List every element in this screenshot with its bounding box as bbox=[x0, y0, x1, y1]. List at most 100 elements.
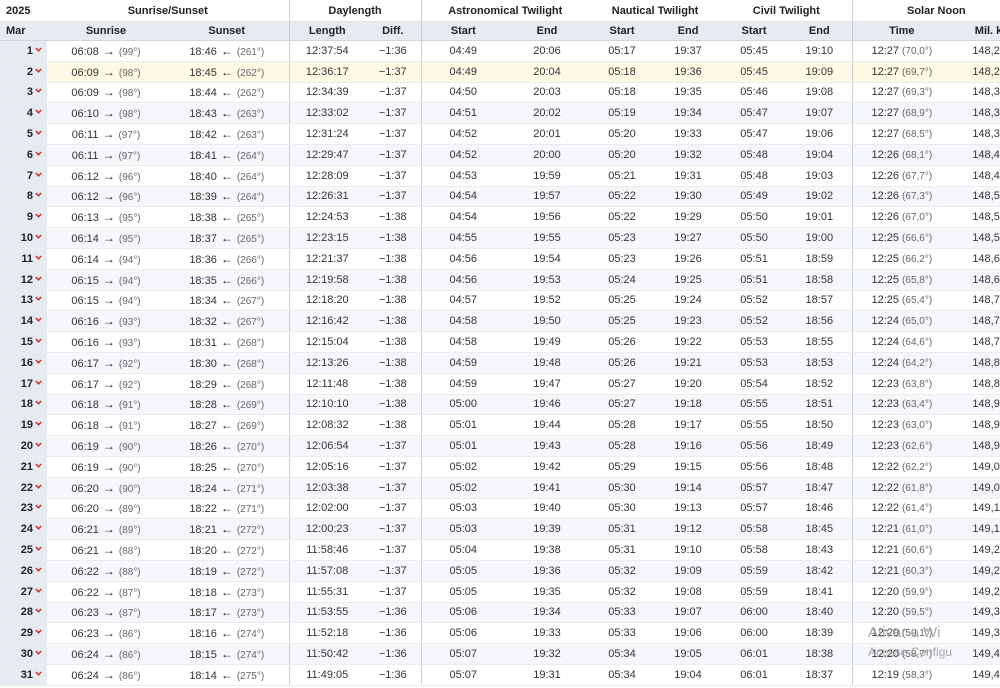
solar-noon-cell: 12:26 (68,1°) bbox=[851, 144, 952, 166]
day-cell[interactable]: 22 bbox=[0, 477, 47, 499]
day-length-diff: −1:36 bbox=[365, 40, 422, 62]
chevron-down-icon[interactable] bbox=[35, 275, 42, 282]
day-cell[interactable]: 9 bbox=[0, 206, 47, 229]
day-cell[interactable]: 16 bbox=[0, 352, 47, 374]
table-row: 22 06:20 → (90°) 18:24 ← (271°) 12:03:38 −1:37 05… bbox=[0, 477, 1000, 499]
solar-noon-time: 12:25 bbox=[871, 232, 899, 245]
chevron-down-icon[interactable] bbox=[35, 337, 42, 344]
civil-start: 05:49 bbox=[721, 186, 788, 208]
chevron-down-icon[interactable] bbox=[35, 295, 42, 302]
day-cell[interactable]: 28 bbox=[0, 602, 47, 624]
arrow-left-icon: ← bbox=[220, 563, 233, 578]
chevron-down-icon[interactable] bbox=[35, 358, 42, 365]
sunset-time: 18:34 bbox=[189, 295, 217, 308]
col-diff: Diff. bbox=[365, 21, 422, 41]
chevron-down-icon[interactable] bbox=[35, 462, 42, 469]
chevron-down-icon[interactable] bbox=[35, 587, 42, 594]
day-cell[interactable]: 29 bbox=[0, 622, 47, 645]
day-cell[interactable]: 17 bbox=[0, 373, 47, 395]
chevron-down-icon[interactable] bbox=[35, 87, 42, 94]
chevron-down-icon[interactable] bbox=[35, 628, 42, 635]
chevron-down-icon[interactable] bbox=[35, 670, 42, 677]
day-cell[interactable]: 14 bbox=[0, 310, 47, 333]
civil-end: 19:09 bbox=[787, 61, 853, 83]
naut-start: 05:34 bbox=[589, 643, 656, 665]
day-number: 22 bbox=[20, 481, 33, 494]
sunrise-cell: 06:21 → (88°) bbox=[47, 539, 165, 561]
day-cell[interactable]: 20 bbox=[0, 435, 47, 457]
day-cell[interactable]: 6 bbox=[0, 144, 47, 166]
sun-distance: 149,080 bbox=[951, 477, 1000, 499]
sun-distance: 149,424 bbox=[951, 643, 1000, 665]
sun-distance: 148,909 bbox=[951, 394, 1000, 416]
day-cell[interactable]: 1 bbox=[0, 40, 47, 62]
day-cell[interactable]: 2 bbox=[0, 61, 47, 83]
day-cell[interactable]: 3 bbox=[0, 82, 47, 104]
naut-start: 05:22 bbox=[589, 186, 656, 208]
chevron-down-icon[interactable] bbox=[35, 503, 42, 510]
chevron-down-icon[interactable] bbox=[35, 420, 42, 427]
table-row: 7 06:12 → (96°) 18:40 ← (264°) 12:28:09 −1:37 04:… bbox=[0, 165, 1000, 187]
naut-end: 19:08 bbox=[655, 581, 722, 603]
sun-distance: 149,209 bbox=[951, 539, 1000, 561]
day-cell[interactable]: 18 bbox=[0, 394, 47, 416]
day-length-diff: −1:38 bbox=[365, 290, 422, 312]
chevron-down-icon[interactable] bbox=[35, 129, 42, 136]
sunrise-azimuth: (98°) bbox=[118, 88, 141, 100]
chevron-down-icon[interactable] bbox=[35, 524, 42, 531]
chevron-down-icon[interactable] bbox=[35, 46, 42, 53]
chevron-down-icon[interactable] bbox=[35, 649, 42, 656]
chevron-down-icon[interactable] bbox=[35, 483, 42, 490]
day-cell[interactable]: 24 bbox=[0, 518, 47, 541]
chevron-down-icon[interactable] bbox=[35, 441, 42, 448]
chevron-down-icon[interactable] bbox=[35, 191, 42, 198]
day-cell[interactable]: 13 bbox=[0, 290, 47, 312]
chevron-down-icon[interactable] bbox=[35, 545, 42, 552]
chevron-down-icon[interactable] bbox=[35, 566, 42, 573]
day-cell[interactable]: 19 bbox=[0, 414, 47, 437]
day-cell[interactable]: 25 bbox=[0, 539, 47, 561]
table-row: 25 06:21 → (88°) 18:20 ← (272°) 11:58:46 −1:37 05… bbox=[0, 539, 1000, 561]
day-cell[interactable]: 8 bbox=[0, 186, 47, 208]
day-cell[interactable]: 30 bbox=[0, 643, 47, 665]
arrow-left-icon: ← bbox=[220, 231, 233, 246]
day-cell[interactable]: 12 bbox=[0, 269, 47, 291]
chevron-down-icon[interactable] bbox=[35, 67, 42, 74]
day-cell[interactable]: 26 bbox=[0, 560, 47, 582]
chevron-down-icon[interactable] bbox=[35, 108, 42, 115]
solar-noon-cell: 12:24 (64,2°) bbox=[851, 352, 952, 374]
chevron-down-icon[interactable] bbox=[35, 316, 42, 323]
chevron-down-icon[interactable] bbox=[35, 171, 42, 178]
chevron-down-icon[interactable] bbox=[35, 379, 42, 386]
chevron-down-icon[interactable] bbox=[35, 233, 42, 240]
sunset-time: 18:17 bbox=[189, 607, 217, 620]
day-cell[interactable]: 21 bbox=[0, 456, 47, 478]
sunset-time: 18:36 bbox=[189, 253, 217, 266]
chevron-down-icon[interactable] bbox=[35, 399, 42, 406]
chevron-down-icon[interactable] bbox=[35, 212, 42, 219]
day-number: 7 bbox=[26, 169, 33, 182]
day-cell[interactable]: 11 bbox=[0, 248, 47, 270]
day-cell[interactable]: 4 bbox=[0, 102, 47, 125]
sunset-cell: 18:20 ← (272°) bbox=[165, 539, 290, 561]
day-cell[interactable]: 23 bbox=[0, 498, 47, 520]
sunset-azimuth: (274°) bbox=[236, 629, 265, 641]
day-cell[interactable]: 7 bbox=[0, 165, 47, 187]
day-cell[interactable]: 10 bbox=[0, 227, 47, 249]
chevron-down-icon[interactable] bbox=[35, 150, 42, 157]
day-length: 12:16:42 bbox=[288, 310, 366, 333]
naut-end: 19:05 bbox=[655, 643, 722, 665]
day-cell[interactable]: 5 bbox=[0, 123, 47, 145]
sun-distance: 149,296 bbox=[951, 581, 1000, 603]
sun-distance: 148,546 bbox=[951, 206, 1000, 229]
sunset-azimuth: (270°) bbox=[236, 442, 265, 454]
day-number: 24 bbox=[20, 523, 33, 536]
astro-start: 05:02 bbox=[420, 477, 506, 499]
chevron-down-icon[interactable] bbox=[35, 254, 42, 261]
solar-noon-altitude: (59,5°) bbox=[902, 607, 933, 619]
chevron-down-icon[interactable] bbox=[35, 607, 42, 614]
day-cell[interactable]: 15 bbox=[0, 331, 47, 353]
naut-end: 19:07 bbox=[655, 602, 722, 624]
day-cell[interactable]: 27 bbox=[0, 581, 47, 603]
day-cell[interactable]: 31 bbox=[0, 664, 47, 686]
